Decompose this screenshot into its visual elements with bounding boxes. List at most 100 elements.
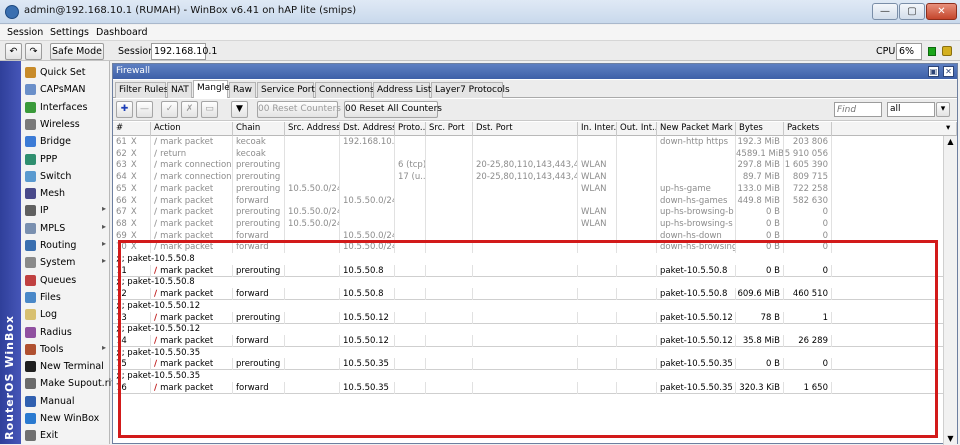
safe-mode-button[interactable]: Safe Mode [50, 43, 104, 60]
table-row[interactable]: 62 X ∕ return kecoak 4589.1 MiB 5 910 056 [113, 147, 943, 160]
table-row[interactable]: 69 X ∕ mark packet forward 10.5.50.0/24 down-h… [113, 229, 943, 242]
menu-dashboard[interactable]: Dashboard [96, 27, 148, 38]
table-row[interactable]: 61 X ∕ mark packet kecoak 192.168.10... down-h… [113, 136, 943, 148]
column-header-dst[interactable]: Dst. Address [340, 122, 395, 136]
scroll-down-icon[interactable]: ▼ [944, 433, 957, 445]
sidebar-item-wireless[interactable]: Wireless [21, 116, 110, 133]
column-header-num[interactable]: # [113, 122, 151, 136]
sidebar-item-new-terminal[interactable]: New Terminal [21, 358, 110, 375]
column-header-bytes[interactable]: Bytes [736, 122, 784, 136]
column-header-sport[interactable]: Src. Port [426, 122, 473, 136]
table-scrollbar[interactable]: ▲ ▼ [943, 136, 957, 445]
minimize-button[interactable]: — [872, 3, 898, 20]
table-row[interactable]: 76 ∕ mark packet forward 10.5.50.35 paket-10.… [113, 381, 943, 394]
sidebar-item-mesh[interactable]: Mesh [21, 185, 110, 202]
table-row[interactable]: 63 X ∕ mark connection prerouting 6 (tcp) 20-2… [113, 159, 943, 172]
column-header-in[interactable]: In. Inter... [578, 122, 617, 136]
cell-out [617, 288, 657, 301]
column-header-action[interactable]: Action [151, 122, 233, 136]
firewall-close-button[interactable]: ✕ [943, 66, 954, 77]
disable-icon[interactable]: ✗ [181, 101, 198, 118]
sidebar-item-ip[interactable]: IP ▸ [21, 202, 110, 219]
close-button[interactable]: ✕ [926, 3, 957, 20]
sidebar-item-ppp[interactable]: PPP [21, 151, 110, 168]
comment-row[interactable]: ;;; paket-10.5.50.35 [113, 370, 943, 382]
table-row[interactable]: 74 ∕ mark packet forward 10.5.50.12 paket-10.… [113, 334, 943, 347]
tab-connections[interactable]: Connections [315, 82, 375, 98]
redo-button[interactable]: ↷ [25, 43, 42, 60]
tab-filter-rules[interactable]: Filter Rules [115, 82, 168, 98]
comment-row[interactable]: ;;; paket-10.5.50.12 [113, 300, 943, 312]
undo-button[interactable]: ↶ [5, 43, 22, 60]
sidebar-item-switch[interactable]: Switch [21, 168, 110, 185]
column-header-proto[interactable]: Proto... [395, 122, 426, 136]
reset-all-counters-button[interactable]: 00 Reset All Counters [344, 101, 442, 118]
table-row[interactable]: 68 X ∕ mark packet prerouting 10.5.50.0/24 WLA… [113, 217, 943, 230]
sidebar-item-capsman[interactable]: CAPsMAN [21, 81, 110, 98]
sidebar-item-quick-set[interactable]: Quick Set [21, 64, 110, 81]
firewall-restore-button[interactable]: ▣ [928, 66, 939, 77]
sidebar-item-log[interactable]: Log [21, 306, 110, 323]
tab-nat[interactable]: NAT [167, 82, 192, 98]
cell-bytes: 0 B [736, 358, 784, 371]
filter-icon[interactable]: ▼ [231, 101, 248, 118]
sidebar-item-system[interactable]: System ▸ [21, 254, 110, 271]
column-header-out[interactable]: Out. Int... [617, 122, 657, 136]
table-row[interactable]: 66 X ∕ mark packet forward 10.5.50.0/24 down-h… [113, 194, 943, 207]
menu-session[interactable]: Session [7, 27, 43, 38]
comment-row[interactable]: ;;; paket-10.5.50.12 [113, 323, 943, 335]
rule-number: 71 [116, 265, 127, 276]
tab-raw[interactable]: Raw [229, 82, 256, 98]
column-header-mark[interactable]: New Packet Mark [657, 122, 736, 136]
table-row[interactable]: 67 X ∕ mark packet prerouting 10.5.50.0/24 WLA… [113, 206, 943, 219]
firewall-tabs: Filter Rules NAT Mangle Raw Service Ports Con… [113, 80, 957, 98]
column-chooser-icon[interactable]: ▾ [943, 122, 957, 136]
filter-select[interactable]: all [887, 102, 935, 117]
sidebar-item-bridge[interactable]: Bridge [21, 133, 110, 150]
menu-settings[interactable]: Settings [50, 27, 89, 38]
tab-mangle[interactable]: Mangle [193, 80, 230, 98]
add-icon[interactable]: ✚ [116, 101, 133, 118]
table-row[interactable]: 64 X ∕ mark connection prerouting 17 (u... 20-… [113, 171, 943, 184]
enable-icon[interactable]: ✓ [161, 101, 178, 118]
sidebar-item-manual[interactable]: Manual [21, 393, 110, 410]
table-row[interactable]: 73 ∕ mark packet prerouting 10.5.50.12 paket-… [113, 311, 943, 324]
sidebar-item-queues[interactable]: Queues [21, 272, 110, 289]
cell-out [617, 194, 657, 207]
column-header-dport[interactable]: Dst. Port [473, 122, 578, 136]
scroll-up-icon[interactable]: ▲ [944, 136, 957, 148]
table-row[interactable]: 75 ∕ mark packet prerouting 10.5.50.35 paket-… [113, 358, 943, 371]
sidebar-item-new-winbox[interactable]: New WinBox [21, 410, 110, 427]
table-row[interactable]: 65 X ∕ mark packet prerouting 10.5.50.0/24 WLA… [113, 182, 943, 195]
find-input[interactable] [834, 102, 882, 117]
column-header-chain[interactable]: Chain [233, 122, 285, 136]
cell-src [285, 159, 340, 172]
sidebar-item-mpls[interactable]: MPLS ▸ [21, 220, 110, 237]
tab-layer7-protocols[interactable]: Layer7 Protocols [431, 82, 510, 98]
comment-row[interactable]: ;;; paket-10.5.50.8 [113, 253, 943, 265]
column-header-packets[interactable]: Packets [784, 122, 832, 136]
table-row[interactable]: 70 X ∕ mark packet forward 10.5.50.0/24 down-h… [113, 241, 943, 254]
comment-row[interactable]: ;;; paket-10.5.50.8 [113, 276, 943, 288]
sidebar-item-radius[interactable]: Radius [21, 324, 110, 341]
sidebar-item-files[interactable]: Files [21, 289, 110, 306]
table-row[interactable]: 72 ∕ mark packet forward 10.5.50.8 paket-10.5… [113, 288, 943, 301]
sidebar-item-make-supout-rif[interactable]: Make Supout.rif [21, 375, 115, 392]
filter-select-chevron-icon[interactable]: ▾ [936, 102, 950, 117]
sidebar-item-tools[interactable]: Tools ▸ [21, 341, 110, 358]
sidebar-item-interfaces[interactable]: Interfaces [21, 99, 110, 116]
sidebar-item-exit[interactable]: Exit [21, 427, 110, 444]
cell-src [285, 381, 340, 394]
tab-service-ports[interactable]: Service Ports [257, 82, 320, 98]
comment-row[interactable]: ;;; paket-10.5.50.35 [113, 347, 943, 359]
column-header-src[interactable]: Src. Address [285, 122, 340, 136]
comment-icon[interactable]: ▭ [201, 101, 218, 118]
session-field[interactable]: 192.168.10.1 [151, 43, 217, 60]
sidebar-item-routing[interactable]: Routing ▸ [21, 237, 110, 254]
maximize-button[interactable]: ▢ [899, 3, 925, 20]
remove-icon[interactable]: — [136, 101, 153, 118]
tab-address-lists[interactable]: Address Lists [373, 82, 436, 98]
reset-counters-button[interactable]: 00 Reset Counters [257, 101, 341, 118]
switch-icon [25, 170, 36, 182]
table-row[interactable]: 71 ∕ mark packet prerouting 10.5.50.8 paket-1… [113, 264, 943, 277]
